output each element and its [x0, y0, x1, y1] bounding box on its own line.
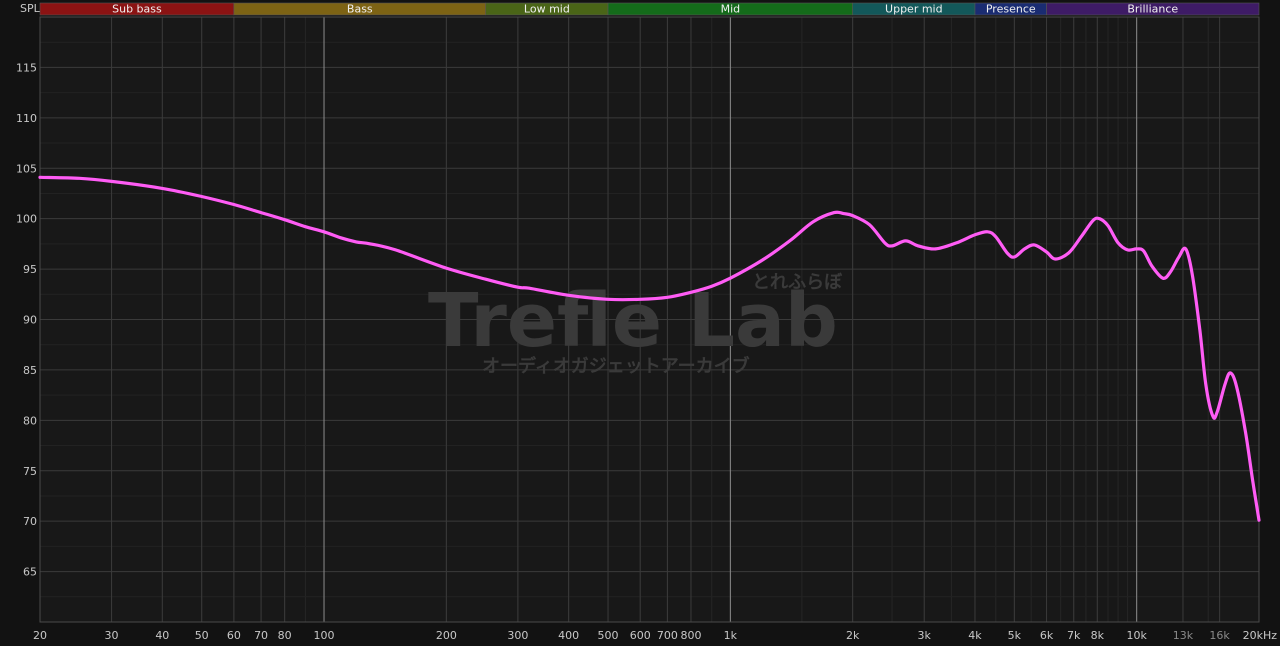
x-tick-label: 5k — [1008, 629, 1022, 642]
y-tick-label: 95 — [23, 263, 37, 276]
x-tick-label: 500 — [598, 629, 619, 642]
x-tick-label: 50 — [195, 629, 209, 642]
x-tick-label: 2k — [846, 629, 860, 642]
x-tick-label: 8k — [1091, 629, 1105, 642]
x-tick-label: 30 — [105, 629, 119, 642]
x-tick-label: 4k — [968, 629, 982, 642]
frequency-bands: Sub bass Bass Low mid Mid Upper mid Presence B… — [39, 3, 1260, 16]
x-tick-label: 200 — [436, 629, 457, 642]
x-tick-label: 80 — [278, 629, 292, 642]
x-tick-label: 800 — [680, 629, 701, 642]
y-tick-label: 75 — [23, 465, 37, 478]
band-label: Mid — [721, 3, 741, 16]
band-label: Presence — [986, 3, 1036, 16]
frequency-response-chart: Trefle Lab とれふらぼ オーディオガジェットアーカイブ Sub bas… — [0, 0, 1280, 646]
y-tick-label: 80 — [23, 414, 37, 427]
x-tick-label: 10k — [1126, 629, 1147, 642]
band-label: Sub bass — [112, 3, 162, 16]
x-tick-label: 700 — [657, 629, 678, 642]
x-tick-label: 3k — [918, 629, 932, 642]
x-tick-label: 16k — [1209, 629, 1230, 642]
x-tick-label: 400 — [558, 629, 579, 642]
y-tick-label: 85 — [23, 364, 37, 377]
y-axis-title: SPL — [20, 2, 41, 15]
y-tick-label: 115 — [16, 61, 37, 74]
watermark-subtitle: オーディオガジェットアーカイブ — [482, 355, 750, 377]
x-tick-label: 6k — [1040, 629, 1054, 642]
watermark-kana: とれふらぼ — [752, 272, 843, 293]
x-tick-label: 70 — [254, 629, 268, 642]
watermark: Trefle Lab とれふらぼ オーディオガジェットアーカイブ — [428, 272, 843, 377]
x-tick-label: 600 — [630, 629, 651, 642]
x-tick-label: 60 — [227, 629, 241, 642]
band-label: Low mid — [524, 3, 570, 16]
band-label: Brilliance — [1127, 3, 1178, 16]
y-tick-label: 90 — [23, 314, 37, 327]
y-tick-label: 70 — [23, 515, 37, 528]
x-tick-label: 100 — [314, 629, 335, 642]
x-tick-label: 300 — [507, 629, 528, 642]
y-tick-label: 100 — [16, 213, 37, 226]
band-label: Bass — [347, 3, 373, 16]
y-tick-label: 105 — [16, 162, 37, 175]
x-tick-label: 13k — [1173, 629, 1194, 642]
x-tick-label: 7k — [1067, 629, 1081, 642]
x-tick-label: 1k — [724, 629, 738, 642]
y-tick-label: 65 — [23, 566, 37, 579]
x-tick-label: 20 — [33, 629, 47, 642]
y-tick-label: 110 — [16, 112, 37, 125]
band-label: Upper mid — [885, 3, 943, 16]
x-tick-label: 20kHz — [1243, 629, 1278, 642]
x-tick-label: 40 — [155, 629, 169, 642]
